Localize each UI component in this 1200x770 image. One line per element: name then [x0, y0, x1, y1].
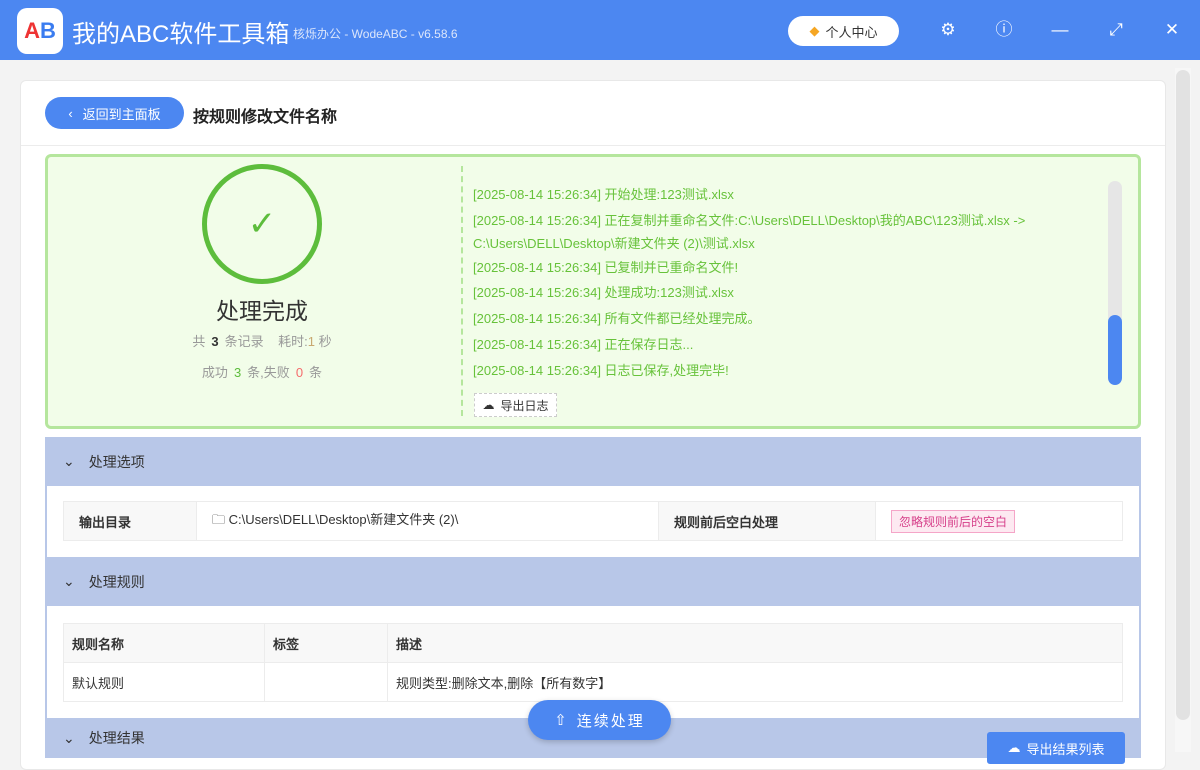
- export-log-button[interactable]: ☁ 导出日志: [474, 393, 557, 417]
- check-circle-icon: ✓: [202, 164, 322, 284]
- cloud-upload-icon: ☁: [482, 398, 495, 412]
- dashed-divider: [461, 166, 463, 416]
- main-scrollbar-thumb[interactable]: [1176, 70, 1190, 720]
- divider: [21, 145, 1165, 146]
- export-results-button[interactable]: ☁ 导出结果列表: [987, 732, 1125, 764]
- col-name: 规则名称: [63, 623, 265, 663]
- section-rules-header[interactable]: ⌄ 处理规则: [45, 557, 1141, 606]
- back-label: 返回到主面板: [82, 106, 161, 122]
- output-dir-value: 🗀 C:\Users\DELL\Desktop\新建文件夹 (2)\: [196, 501, 659, 541]
- rule-tag: [264, 662, 388, 702]
- user-center-label: 个人中心: [825, 24, 878, 40]
- maximize-icon[interactable]: ⤢: [1104, 18, 1128, 42]
- user-center-button[interactable]: ◆ 个人中心: [788, 16, 899, 46]
- continue-label: 连续处理: [576, 712, 645, 730]
- app-subtitle: 核烁办公 - WodeABC - v6.58.6: [293, 27, 458, 41]
- record-stats: 共 3 条记录 耗时:1 秒: [192, 334, 332, 349]
- log-line: [2025-08-14 15:26:34] 已复制并已重命名文件!: [473, 259, 739, 275]
- completion-title: 处理完成: [216, 298, 308, 324]
- log-line: [2025-08-14 15:26:34] 处理成功:123测试.xlsx: [473, 285, 734, 301]
- output-dir-label: 输出目录: [63, 501, 197, 541]
- cloud-upload-icon: ☁: [1007, 740, 1021, 755]
- export-log-label: 导出日志: [500, 398, 549, 413]
- trim-label: 规则前后空白处理: [658, 501, 876, 541]
- table-header-row: 规则名称 标签 描述: [63, 623, 1123, 663]
- app-title: 我的ABC软件工具箱: [72, 21, 290, 48]
- folder-icon: 🗀: [212, 512, 226, 527]
- log-scrollbar-thumb[interactable]: [1108, 315, 1122, 385]
- section-title: 处理选项: [88, 453, 145, 470]
- help-icon[interactable]: ⓘ: [992, 18, 1016, 42]
- chevron-down-icon: ⌄: [63, 453, 75, 469]
- app-logo: AB: [17, 8, 63, 54]
- rocket-icon: ⇧: [554, 712, 569, 729]
- section-title: 处理结果: [88, 730, 145, 746]
- table-row: 默认规则 规则类型:删除文本,删除【所有数字】: [63, 662, 1123, 702]
- section-options-header[interactable]: ⌄ 处理选项: [45, 437, 1141, 486]
- rule-name: 默认规则: [63, 662, 265, 702]
- chevron-down-icon: ⌄: [63, 729, 75, 746]
- options-table: 输出目录 🗀 C:\Users\DELL\Desktop\新建文件夹 (2)\ …: [63, 501, 1123, 541]
- trim-tag: 忽略规则前后的空白: [891, 509, 1016, 533]
- log-line: [2025-08-14 15:26:34] 所有文件都已经处理完成。: [473, 311, 761, 327]
- back-button[interactable]: ‹ 返回到主面板: [45, 97, 184, 129]
- section-title: 处理规则: [88, 573, 145, 590]
- log-line: [2025-08-14 15:26:34] 开始处理:123测试.xlsx: [473, 187, 734, 202]
- continue-button[interactable]: ⇧ 连续处理: [528, 700, 671, 740]
- result-stats: 成功 3 条,失败 0 条: [201, 365, 323, 380]
- log-line: [2025-08-14 15:26:34] 正在复制并重命名文件:C:\User…: [473, 212, 1026, 228]
- chevron-down-icon: ⌄: [63, 573, 75, 589]
- page-title: 按规则修改文件名称: [193, 109, 338, 126]
- minimize-icon[interactable]: —: [1048, 18, 1072, 42]
- diamond-icon: ◆: [809, 23, 820, 38]
- trim-value: 忽略规则前后的空白: [875, 501, 1123, 541]
- rule-desc: 规则类型:删除文本,删除【所有数字】: [387, 662, 1123, 702]
- close-icon[interactable]: ✕: [1160, 18, 1184, 42]
- log-line: [2025-08-14 15:26:34] 正在保存日志...: [473, 336, 694, 352]
- log-list: [2025-08-14 15:26:34] 开始处理:123测试.xlsx [2…: [473, 182, 1093, 383]
- col-desc: 描述: [387, 623, 1123, 663]
- col-tag: 标签: [264, 623, 388, 663]
- settings-icon[interactable]: ⚙: [936, 18, 960, 42]
- log-line: C:\Users\DELL\Desktop\新建文件夹 (2)\测试.xlsx: [473, 235, 755, 251]
- log-line: [2025-08-14 15:26:34] 日志已保存,处理完毕!: [473, 362, 729, 378]
- rules-table: 规则名称 标签 描述 默认规则 规则类型:删除文本,删除【所有数字】: [63, 623, 1123, 702]
- export-results-label: 导出结果列表: [1026, 741, 1105, 757]
- chevron-left-icon: ‹: [68, 105, 73, 121]
